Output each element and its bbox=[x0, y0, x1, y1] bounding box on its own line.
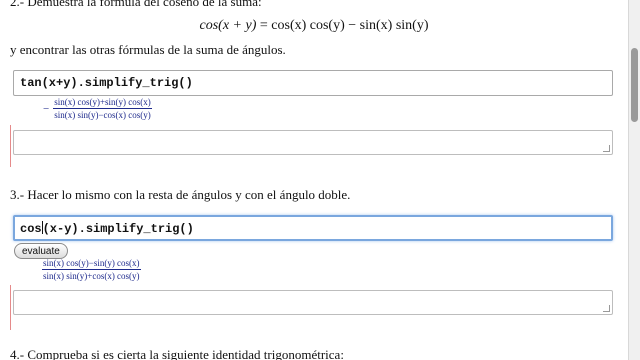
section-3-heading: 3.- Hacer lo mismo con la resta de ángul… bbox=[10, 187, 351, 202]
code-cell-cos-text-before: cos bbox=[20, 222, 42, 236]
scrollbar-thumb[interactable] bbox=[631, 48, 638, 122]
output-tan-numerator: sin(x) cos(y)+sin(y) cos(x) bbox=[53, 97, 152, 109]
output-tan-sign: − bbox=[43, 102, 50, 115]
output-tan-denominator: sin(x) sin(y)−cos(x) cos(y) bbox=[54, 110, 151, 120]
section-2-instruction: y encontrar las otras fórmulas de la sum… bbox=[10, 42, 286, 57]
output-tan: − sin(x) cos(y)+sin(y) cos(x) sin(x) sin… bbox=[43, 97, 152, 120]
code-cell-tan-text: tan(x+y).simplify_trig() bbox=[20, 76, 193, 90]
empty-code-cell-1[interactable] bbox=[13, 130, 613, 155]
output-cos-numerator: sin(x) cos(y)−sin(y) cos(x) bbox=[42, 258, 141, 270]
output-cos: sin(x) cos(y)−sin(y) cos(x) sin(x) sin(y… bbox=[42, 258, 141, 281]
formula-rhs: = cos(x) cos(y) − sin(x) sin(y) bbox=[259, 18, 429, 33]
worksheet-page: 2.- Demuestra la fórmula del coseno de l… bbox=[0, 0, 628, 360]
resize-grip-icon[interactable] bbox=[603, 305, 610, 312]
section-4-heading: 4.- Comprueba si es cierta la siguiente … bbox=[10, 347, 344, 360]
output-tan-fraction: sin(x) cos(y)+sin(y) cos(x) sin(x) sin(y… bbox=[53, 97, 152, 120]
formula-lhs: cos(x + y) bbox=[199, 18, 257, 33]
code-cell-tan[interactable]: tan(x+y).simplify_trig() bbox=[13, 70, 613, 96]
code-cell-cos[interactable]: cos(x-y).simplify_trig() bbox=[13, 215, 613, 241]
vertical-scrollbar[interactable] bbox=[628, 0, 640, 360]
resize-grip-icon[interactable] bbox=[603, 145, 610, 152]
empty-code-cell-2[interactable] bbox=[13, 290, 613, 315]
output-cos-denominator: sin(x) sin(y)+cos(x) cos(y) bbox=[43, 271, 140, 281]
cell-divider-line bbox=[10, 125, 11, 167]
section-2-heading: 2.- Demuestra la fórmula del coseno de l… bbox=[10, 0, 262, 9]
cell-divider-line-2 bbox=[10, 285, 11, 330]
evaluate-button[interactable]: evaluate bbox=[14, 243, 68, 259]
output-cos-fraction: sin(x) cos(y)−sin(y) cos(x) sin(x) sin(y… bbox=[42, 258, 141, 281]
cosine-sum-formula: cos(x + y) = cos(x) cos(y) − sin(x) sin(… bbox=[0, 18, 628, 34]
code-cell-cos-text-after: (x-y).simplify_trig() bbox=[42, 222, 194, 236]
